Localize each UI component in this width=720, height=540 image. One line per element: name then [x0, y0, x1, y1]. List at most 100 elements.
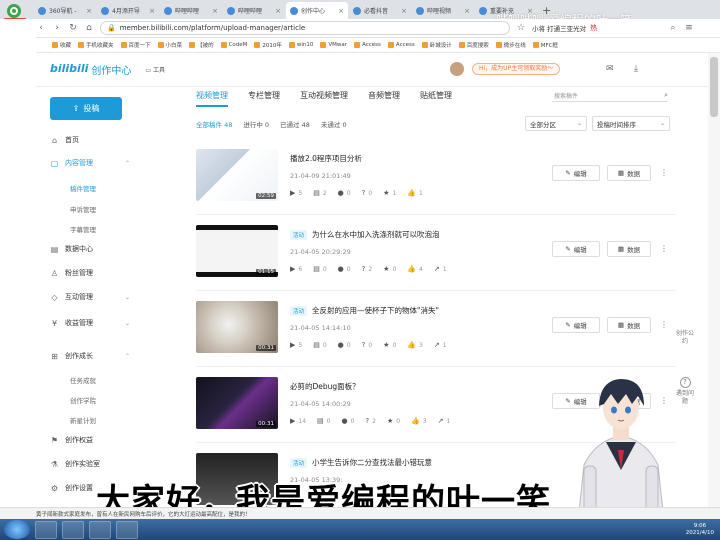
- browser-tab[interactable]: 4月添开导 ×: [97, 2, 159, 19]
- bookmark-item[interactable]: 收藏: [52, 41, 71, 49]
- avatar[interactable]: [450, 62, 464, 76]
- tab-2[interactable]: 互动视频管理: [300, 90, 348, 107]
- edit-button[interactable]: ✎ 编辑: [552, 165, 600, 181]
- zone-select[interactable]: 全部分区 ⌄: [525, 116, 587, 131]
- video-thumbnail[interactable]: 00:31: [196, 377, 278, 429]
- sidebar-subitem[interactable]: 字幕管理: [70, 224, 96, 234]
- bookmark-item[interactable]: CodeM: [220, 42, 247, 48]
- sidebar-subitem[interactable]: 稿件管理: [70, 183, 96, 193]
- sidebar-item-home[interactable]: ⌂ 首页: [50, 135, 130, 145]
- help-link[interactable]: ? 遇到问题: [676, 377, 694, 406]
- more-options-icon[interactable]: ⋮: [658, 241, 670, 257]
- video-title[interactable]: 播放2.0程序项目分析: [290, 153, 362, 164]
- taskbar-ie-icon[interactable]: [35, 520, 57, 539]
- bookmark-item[interactable]: 百度搜索: [458, 41, 489, 49]
- bookmark-item[interactable]: VMwar: [320, 42, 347, 48]
- tab-3[interactable]: 音频管理: [368, 90, 400, 107]
- tab-4[interactable]: 贴纸管理: [420, 90, 452, 107]
- video-title[interactable]: 活动 为什么在水中加入洗涤剂就可以吹泡泡: [290, 229, 440, 240]
- video-thumbnail[interactable]: 02:59: [196, 149, 278, 201]
- tab-0[interactable]: 视频管理: [196, 90, 228, 107]
- sidebar-item-data[interactable]: ▤ 数据中心: [50, 244, 130, 254]
- data-button[interactable]: ▦数据: [607, 165, 651, 181]
- sidebar-item-rights[interactable]: ⚑ 创作权益: [50, 435, 130, 445]
- sidebar-subitem[interactable]: 任务成就: [70, 375, 96, 385]
- sidebar-item-interaction[interactable]: ◇ 互动管理 ⌄: [50, 292, 130, 302]
- data-button[interactable]: ▦数据: [607, 241, 651, 257]
- sidebar-subitem[interactable]: 创作学院: [70, 395, 96, 405]
- sidebar-item-income[interactable]: ¥ 收益管理 ⌄: [50, 318, 130, 328]
- more-options-icon[interactable]: ⋮: [658, 317, 670, 333]
- scrollbar-thumb[interactable]: [710, 57, 718, 117]
- bilibili-logo[interactable]: bilibili 创作中心: [50, 62, 131, 77]
- video-thumbnail[interactable]: 01:15: [196, 225, 278, 277]
- tab-1[interactable]: 专栏管理: [248, 90, 280, 107]
- bookmark-item[interactable]: 百度一下: [120, 41, 151, 49]
- close-icon[interactable]: ×: [401, 7, 407, 15]
- close-icon[interactable]: ×: [275, 7, 281, 15]
- upload-button[interactable]: ⇪ 投稿: [50, 97, 122, 120]
- menu-icon[interactable]: ≡: [684, 23, 694, 33]
- taskbar-browser-icon[interactable]: [62, 520, 84, 539]
- close-icon[interactable]: ×: [149, 7, 155, 15]
- search-icon[interactable]: ⌕: [664, 91, 668, 100]
- omnibox-search[interactable]: 小将 打通三亚光对 热: [532, 21, 662, 35]
- more-options-icon[interactable]: ⋮: [658, 165, 670, 181]
- bookmark-item[interactable]: win10: [288, 42, 313, 48]
- browser-tab[interactable]: 哔哩视频 ×: [412, 2, 474, 19]
- search-icon[interactable]: ⌕: [668, 23, 678, 33]
- browser-tab[interactable]: 创作中心 ×: [286, 2, 348, 19]
- edit-button[interactable]: ✎ 编辑: [552, 317, 600, 333]
- bookmark-item[interactable]: 卧城设计: [421, 41, 452, 49]
- page-scrollbar[interactable]: [708, 53, 720, 507]
- search-input[interactable]: 搜索稿件 ⌕: [552, 89, 668, 102]
- filter-0[interactable]: 全部稿件 48: [196, 119, 232, 129]
- bookmark-item[interactable]: Access: [387, 42, 415, 48]
- download-icon[interactable]: ⤓: [634, 64, 638, 74]
- video-title[interactable]: 活动 小学生告诉你二分查找法最小错玩意: [290, 457, 432, 468]
- video-thumbnail[interactable]: 00:31: [196, 301, 278, 353]
- video-title[interactable]: 活动 全反射的应用—使杯子下的物体"消失": [290, 305, 439, 316]
- mail-icon[interactable]: ✉: [606, 64, 614, 74]
- creator-pact-link[interactable]: 创作公约: [676, 330, 694, 346]
- close-icon[interactable]: ×: [86, 7, 92, 15]
- sidebar-item-content[interactable]: ▢ 内容管理 ⌃: [50, 158, 130, 168]
- tools-link[interactable]: ▭ 工具: [145, 65, 165, 74]
- taskbar-folder-icon[interactable]: [116, 520, 138, 539]
- close-icon[interactable]: ×: [464, 7, 470, 15]
- bookmark-item[interactable]: 手机收藏夹: [78, 41, 114, 49]
- bookmark-item[interactable]: 微步在线: [495, 41, 526, 49]
- bookmark-item[interactable]: Access: [354, 42, 381, 48]
- data-button[interactable]: ▦数据: [607, 317, 651, 333]
- sidebar-item-lab[interactable]: ⚗ 创作实验室: [50, 459, 130, 469]
- sidebar-item-growth[interactable]: ⊞ 创作成长 ⌃: [50, 351, 130, 361]
- home-icon[interactable]: ⌂: [84, 23, 94, 33]
- filter-2[interactable]: 已通过 48: [280, 119, 310, 129]
- sort-select[interactable]: 投稿时间排序 ⌄: [592, 116, 670, 131]
- bookmark-item[interactable]: 2010年: [254, 41, 282, 49]
- edit-button[interactable]: ✎ 编辑: [552, 241, 600, 257]
- bookmark-item[interactable]: 小白菜: [157, 41, 182, 49]
- filter-3[interactable]: 未通过 0: [321, 119, 347, 129]
- browser-tab[interactable]: 哔哩哔哩 ×: [160, 2, 222, 19]
- browser-tab[interactable]: 必看抖音 ×: [349, 2, 411, 19]
- filter-1[interactable]: 进行中 0: [243, 119, 269, 129]
- start-button[interactable]: [4, 520, 30, 539]
- video-title[interactable]: 必剪的Debug面板？: [290, 381, 360, 392]
- star-icon[interactable]: ☆: [516, 23, 526, 33]
- bookmark-item[interactable]: 【被的: [189, 41, 214, 49]
- browser-tab[interactable]: 哔哩哔哩 ×: [223, 2, 285, 19]
- sidebar-subitem[interactable]: 申诉管理: [70, 204, 96, 214]
- system-clock[interactable]: 9:06 2021/4/10: [686, 523, 720, 537]
- forward-icon[interactable]: ›: [52, 23, 62, 33]
- sidebar-item-fans[interactable]: ♙ 粉丝管理: [50, 268, 130, 278]
- sidebar-subitem[interactable]: 新星计划: [70, 415, 96, 425]
- up-promo-banner[interactable]: Hi，成为UP主可领取奖励～: [472, 63, 561, 75]
- refresh-icon[interactable]: ↻: [68, 23, 78, 33]
- taskbar-qq-icon[interactable]: [89, 520, 111, 539]
- bookmark-item[interactable]: MFC框: [532, 41, 558, 49]
- browser-tab[interactable]: 360导航 - ×: [34, 2, 96, 19]
- url-field[interactable]: 🔒 member.bilibili.com/platform/upload-ma…: [100, 21, 510, 35]
- close-icon[interactable]: ×: [212, 7, 218, 15]
- close-icon[interactable]: ×: [338, 7, 344, 15]
